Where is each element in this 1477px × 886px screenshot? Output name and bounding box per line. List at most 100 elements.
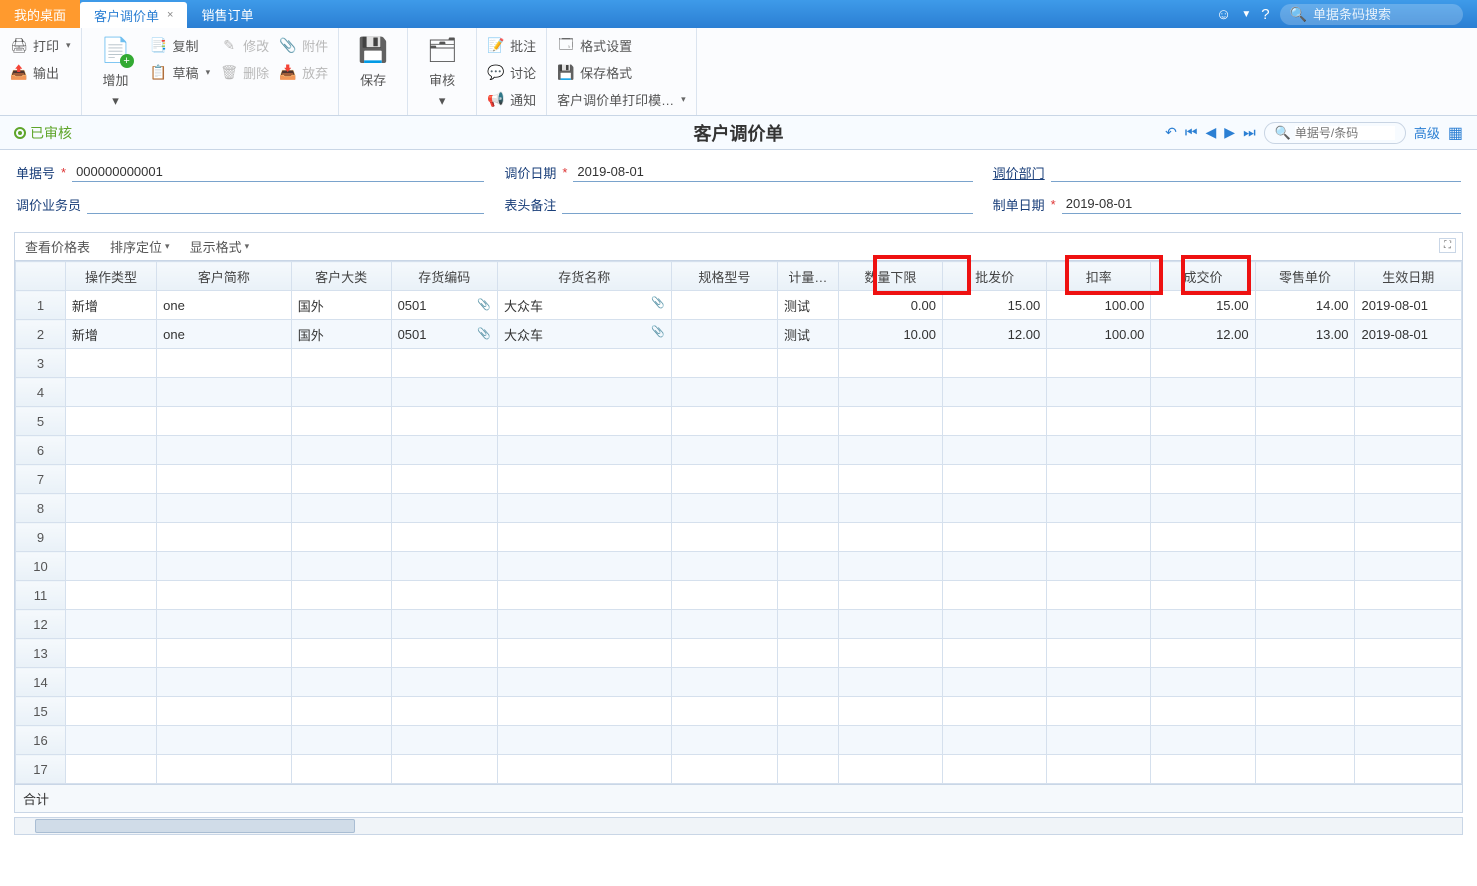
retail-cell[interactable]: 13.00: [1255, 320, 1355, 349]
last-icon[interactable]: ⏭: [1243, 124, 1256, 141]
print-button[interactable]: 🖨打印▾: [10, 34, 71, 57]
view-price-button[interactable]: 查看价格表: [25, 237, 90, 256]
col-code[interactable]: 存货编码: [391, 262, 497, 291]
copy-button[interactable]: 📑复制: [150, 34, 211, 57]
first-icon[interactable]: ⏮: [1185, 124, 1198, 141]
salesman-value[interactable]: [87, 194, 484, 214]
horizontal-scrollbar[interactable]: [14, 817, 1463, 835]
name-cell[interactable]: 大众车📎: [497, 291, 671, 320]
col-effective-date[interactable]: 生效日期: [1355, 262, 1462, 291]
smiley-icon[interactable]: ☺: [1216, 6, 1231, 23]
table-row[interactable]: 7: [16, 465, 1462, 494]
prev-icon[interactable]: ◀: [1206, 124, 1217, 141]
date-cell[interactable]: 2019-08-01: [1355, 320, 1462, 349]
qty-cell[interactable]: 0.00: [838, 291, 942, 320]
col-discount[interactable]: 扣率: [1047, 262, 1151, 291]
table-row[interactable]: 9: [16, 523, 1462, 552]
table-row[interactable]: 14: [16, 668, 1462, 697]
tab-customer-price[interactable]: 客户调价单 ×: [80, 2, 187, 28]
cat-cell[interactable]: 国外: [291, 320, 391, 349]
table-row[interactable]: 17: [16, 755, 1462, 784]
save-button[interactable]: 💾 保存: [349, 34, 397, 89]
disc-cell[interactable]: 100.00: [1047, 291, 1151, 320]
name-cell[interactable]: 大众车📎: [497, 320, 671, 349]
table-row[interactable]: 5: [16, 407, 1462, 436]
adj-date-value[interactable]: 2019-08-01: [573, 162, 972, 182]
expand-icon[interactable]: ⛶: [1439, 238, 1456, 253]
audit-button[interactable]: 🗂 审核▾: [418, 34, 466, 109]
output-button[interactable]: 📤输出: [10, 61, 71, 84]
remark-value[interactable]: [562, 194, 972, 214]
display-format-button[interactable]: 显示格式▾: [190, 237, 250, 256]
unit-cell[interactable]: 测试: [778, 291, 839, 320]
deal-cell[interactable]: 12.00: [1151, 320, 1255, 349]
nav-search-input[interactable]: [1295, 126, 1395, 140]
wp-cell[interactable]: 15.00: [943, 291, 1047, 320]
col-qty[interactable]: 数量下限: [838, 262, 942, 291]
table-row[interactable]: 15: [16, 697, 1462, 726]
table-row[interactable]: 6: [16, 436, 1462, 465]
qty-cell[interactable]: 10.00: [838, 320, 942, 349]
bill-no-value[interactable]: 000000000001: [72, 162, 484, 182]
col-op[interactable]: 操作类型: [65, 262, 156, 291]
col-category[interactable]: 客户大类: [291, 262, 391, 291]
op-cell[interactable]: 新增: [65, 291, 156, 320]
sort-button[interactable]: 排序定位▾: [110, 237, 170, 256]
notify-button[interactable]: 📢通知: [487, 88, 536, 111]
cat-cell[interactable]: 国外: [291, 291, 391, 320]
col-retail[interactable]: 零售单价: [1255, 262, 1355, 291]
code-cell[interactable]: 0501📎: [391, 291, 497, 320]
code-cell[interactable]: 0501📎: [391, 320, 497, 349]
save-format-button[interactable]: 💾保存格式: [557, 61, 686, 84]
spec-cell[interactable]: [671, 320, 777, 349]
table-row[interactable]: 10: [16, 552, 1462, 581]
help-icon[interactable]: ?: [1261, 6, 1269, 23]
chevron-down-icon[interactable]: ▼: [1241, 9, 1251, 20]
disc-cell[interactable]: 100.00: [1047, 320, 1151, 349]
next-icon[interactable]: ▶: [1224, 124, 1235, 141]
retail-cell[interactable]: 14.00: [1255, 291, 1355, 320]
spec-cell[interactable]: [671, 291, 777, 320]
draft-button[interactable]: 📋草稿▾: [150, 61, 211, 84]
wp-cell[interactable]: 12.00: [943, 320, 1047, 349]
make-date-value[interactable]: 2019-08-01: [1062, 194, 1461, 214]
col-unit[interactable]: 计量…: [778, 262, 839, 291]
table-row[interactable]: 8: [16, 494, 1462, 523]
op-cell[interactable]: 新增: [65, 320, 156, 349]
table-row[interactable]: 12: [16, 610, 1462, 639]
cust-cell[interactable]: one: [157, 320, 292, 349]
top-search[interactable]: 🔍: [1280, 4, 1463, 25]
table-row[interactable]: 4: [16, 378, 1462, 407]
note-button[interactable]: 📝批注: [487, 34, 536, 57]
col-wholesale[interactable]: 批发价: [943, 262, 1047, 291]
table-row[interactable]: 1 新增 one 国外 0501📎 大众车📎 测试 0.00 15.00 100…: [16, 291, 1462, 320]
col-deal[interactable]: 成交价: [1151, 262, 1255, 291]
col-name[interactable]: 存货名称: [497, 262, 671, 291]
col-customer[interactable]: 客户简称: [157, 262, 292, 291]
nav-search[interactable]: 🔍: [1264, 122, 1406, 144]
table-row[interactable]: 16: [16, 726, 1462, 755]
col-rownum[interactable]: [16, 262, 66, 291]
layout-icon[interactable]: ▦: [1448, 123, 1463, 143]
cust-cell[interactable]: one: [157, 291, 292, 320]
table-row[interactable]: 13: [16, 639, 1462, 668]
discuss-button[interactable]: 💬讨论: [487, 61, 536, 84]
format-set-button[interactable]: 🗔格式设置: [557, 34, 686, 57]
tab-home[interactable]: 我的桌面: [0, 0, 80, 28]
scrollbar-thumb[interactable]: [35, 819, 355, 833]
add-button[interactable]: 📄+ 增加▾: [92, 34, 140, 109]
date-cell[interactable]: 2019-08-01: [1355, 291, 1462, 320]
table-row[interactable]: 11: [16, 581, 1462, 610]
col-spec[interactable]: 规格型号: [671, 262, 777, 291]
print-template-button[interactable]: 客户调价单打印模…▾: [557, 88, 686, 111]
close-icon[interactable]: ×: [167, 9, 173, 21]
tab-sales-order[interactable]: 销售订单: [187, 0, 267, 28]
table-row[interactable]: 2 新增 one 国外 0501📎 大众车📎 测试 10.00 12.00 10…: [16, 320, 1462, 349]
advanced-link[interactable]: 高级: [1414, 123, 1440, 142]
dept-value[interactable]: [1051, 162, 1461, 182]
unit-cell[interactable]: 测试: [778, 320, 839, 349]
table-row[interactable]: 3: [16, 349, 1462, 378]
deal-cell[interactable]: 15.00: [1151, 291, 1255, 320]
top-search-input[interactable]: [1313, 7, 1453, 22]
undo-icon[interactable]: ↶: [1165, 124, 1177, 141]
